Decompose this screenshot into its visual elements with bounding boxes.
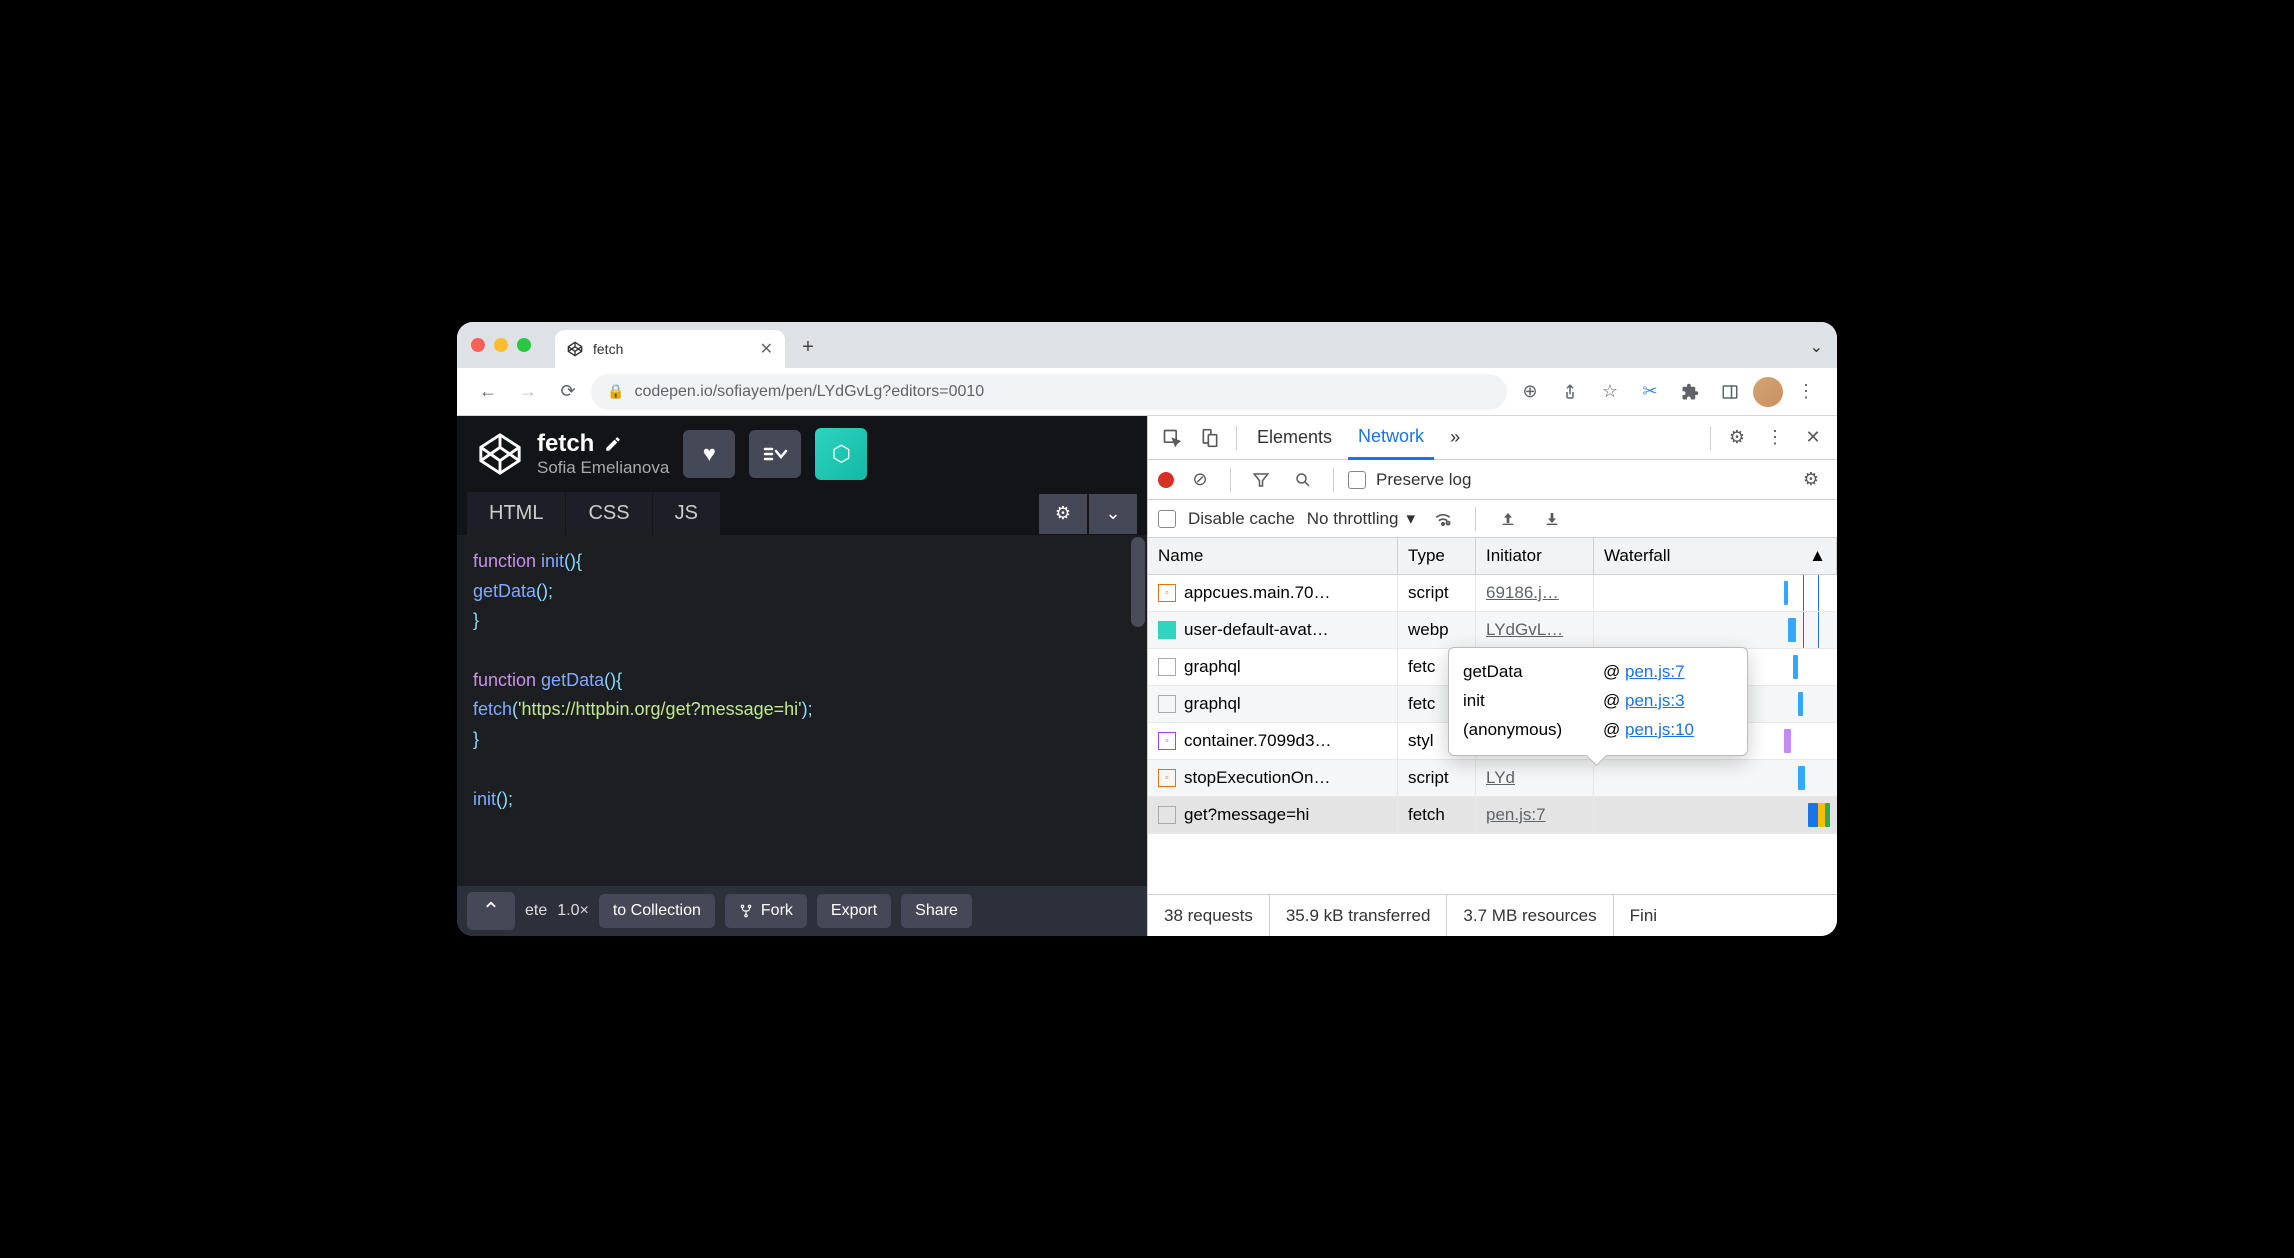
codepen-icon (567, 341, 583, 357)
browser-tab[interactable]: fetch ✕ (555, 330, 785, 368)
throttling-dropdown[interactable]: No throttling▾ (1307, 509, 1415, 529)
view-button[interactable] (749, 430, 801, 478)
devtools-tabbar: Elements Network » ⚙ ⋮ ✕ (1148, 416, 1837, 460)
codepen-logo-icon (477, 431, 523, 477)
close-devtools-icon[interactable]: ✕ (1797, 422, 1829, 454)
codepen-footer: ⌃ ete 1.0× to Collection Fork Export Sha… (457, 886, 1147, 936)
collection-button[interactable]: to Collection (599, 894, 715, 928)
more-tabs[interactable]: » (1440, 417, 1470, 458)
search-icon[interactable] (1287, 464, 1319, 496)
menu-icon[interactable]: ⋮ (1789, 375, 1823, 409)
zoom-icon[interactable]: ⊕ (1513, 375, 1547, 409)
profile-avatar[interactable] (1753, 377, 1783, 407)
gear-icon[interactable]: ⚙ (1721, 422, 1753, 454)
pen-title: fetch (537, 430, 669, 458)
share-button[interactable]: Share (901, 894, 972, 928)
browser-window: fetch ✕ + ⌄ ← → ⟳ 🔒 codepen.io/sofiayem/… (457, 322, 1837, 936)
preserve-log-checkbox[interactable] (1348, 471, 1366, 489)
tab-js[interactable]: JS (653, 492, 721, 535)
url-text: codepen.io/sofiayem/pen/LYdGvLg?editors=… (634, 383, 984, 401)
reload-button[interactable]: ⟳ (551, 375, 585, 409)
tab-html[interactable]: HTML (467, 492, 566, 535)
share-icon[interactable] (1553, 375, 1587, 409)
address-bar[interactable]: 🔒 codepen.io/sofiayem/pen/LYdGvLg?editor… (591, 374, 1507, 410)
panel-icon[interactable] (1713, 375, 1747, 409)
status-transferred: 35.9 kB transferred (1270, 895, 1448, 936)
download-icon[interactable] (1536, 503, 1568, 535)
edit-icon[interactable] (604, 435, 622, 453)
network-grid-header: Name Type Initiator Waterfall▲ (1148, 538, 1837, 575)
clear-icon[interactable]: ⊘ (1184, 464, 1216, 496)
close-traffic-icon[interactable] (471, 338, 485, 352)
col-name[interactable]: Name (1148, 538, 1398, 574)
content-area: fetch Sofia Emelianova ♥ ⬡ HTML CSS JS ⚙… (457, 416, 1837, 936)
upload-icon[interactable] (1492, 503, 1524, 535)
collapse-button[interactable]: ⌄ (1089, 494, 1137, 534)
editor-tabs: HTML CSS JS ⚙ ⌄ (457, 492, 1147, 535)
scissors-icon[interactable]: ✂ (1633, 375, 1667, 409)
col-initiator[interactable]: Initiator (1476, 538, 1594, 574)
network-tab[interactable]: Network (1348, 416, 1434, 460)
browser-toolbar: ← → ⟳ 🔒 codepen.io/sofiayem/pen/LYdGvLg?… (457, 368, 1837, 416)
maximize-traffic-icon[interactable] (517, 338, 531, 352)
traffic-lights (471, 338, 531, 352)
network-toolbar: ⊘ Preserve log ⚙ (1148, 460, 1837, 500)
code-editor[interactable]: function init(){ getData();} function ge… (457, 535, 1147, 886)
extensions-icon[interactable] (1673, 375, 1707, 409)
device-icon[interactable] (1194, 422, 1226, 454)
col-waterfall[interactable]: Waterfall▲ (1594, 538, 1837, 574)
record-button[interactable] (1158, 472, 1174, 488)
tab-dropdown-icon[interactable]: ⌄ (1810, 337, 1823, 357)
user-avatar[interactable]: ⬡ (815, 428, 867, 480)
elements-tab[interactable]: Elements (1247, 417, 1342, 458)
browser-tab-strip: fetch ✕ + ⌄ (457, 322, 1837, 368)
close-tab-icon[interactable]: ✕ (760, 339, 773, 359)
status-finish: Fini (1614, 895, 1673, 936)
network-settings-icon[interactable]: ⚙ (1795, 464, 1827, 496)
network-toolbar-2: Disable cache No throttling▾ (1148, 500, 1837, 538)
footer-fragment: ete (525, 902, 547, 920)
back-button[interactable]: ← (471, 375, 505, 409)
sort-icon: ▲ (1809, 546, 1826, 566)
network-rows: ◦appcues.main.70…script69186.j…user-defa… (1148, 575, 1837, 894)
export-button[interactable]: Export (817, 894, 891, 928)
zoom-level[interactable]: 1.0× (557, 902, 589, 920)
scrollbar[interactable] (1131, 537, 1145, 627)
lock-icon: 🔒 (607, 383, 624, 400)
fork-icon (739, 904, 753, 918)
pen-author: Sofia Emelianova (537, 458, 669, 478)
status-bar: 38 requests 35.9 kB transferred 3.7 MB r… (1148, 894, 1837, 936)
codepen-header: fetch Sofia Emelianova ♥ ⬡ (457, 416, 1147, 492)
table-row[interactable]: ◦stopExecutionOn…scriptLYd (1148, 760, 1837, 797)
table-row[interactable]: user-default-avat…webpLYdGvL… (1148, 612, 1837, 649)
preserve-log-label: Preserve log (1376, 470, 1471, 490)
disable-cache-checkbox[interactable] (1158, 510, 1176, 528)
table-row[interactable]: ◦appcues.main.70…script69186.j… (1148, 575, 1837, 612)
table-row[interactable]: get?message=hifetchpen.js:7 (1148, 797, 1837, 834)
settings-button[interactable]: ⚙ (1039, 494, 1087, 534)
fork-button[interactable]: Fork (725, 894, 807, 928)
col-type[interactable]: Type (1398, 538, 1476, 574)
heart-button[interactable]: ♥ (683, 430, 735, 478)
status-resources: 3.7 MB resources (1447, 895, 1613, 936)
disable-cache-label: Disable cache (1188, 509, 1295, 529)
minimize-traffic-icon[interactable] (494, 338, 508, 352)
tab-title: fetch (593, 341, 623, 357)
console-toggle-button[interactable]: ⌃ (467, 892, 515, 930)
filter-icon[interactable] (1245, 464, 1277, 496)
forward-button: → (511, 375, 545, 409)
devtools-panel: Elements Network » ⚙ ⋮ ✕ ⊘ Preserve log … (1147, 416, 1837, 936)
wifi-icon[interactable] (1427, 503, 1459, 535)
tab-css[interactable]: CSS (566, 492, 652, 535)
codepen-panel: fetch Sofia Emelianova ♥ ⬡ HTML CSS JS ⚙… (457, 416, 1147, 936)
status-requests: 38 requests (1148, 895, 1270, 936)
bookmark-icon[interactable]: ☆ (1593, 375, 1627, 409)
new-tab-button[interactable]: + (793, 332, 823, 362)
inspect-icon[interactable] (1156, 422, 1188, 454)
kebab-icon[interactable]: ⋮ (1759, 422, 1791, 454)
initiator-tooltip: getData@ pen.js:7init@ pen.js:3(anonymou… (1448, 647, 1748, 756)
